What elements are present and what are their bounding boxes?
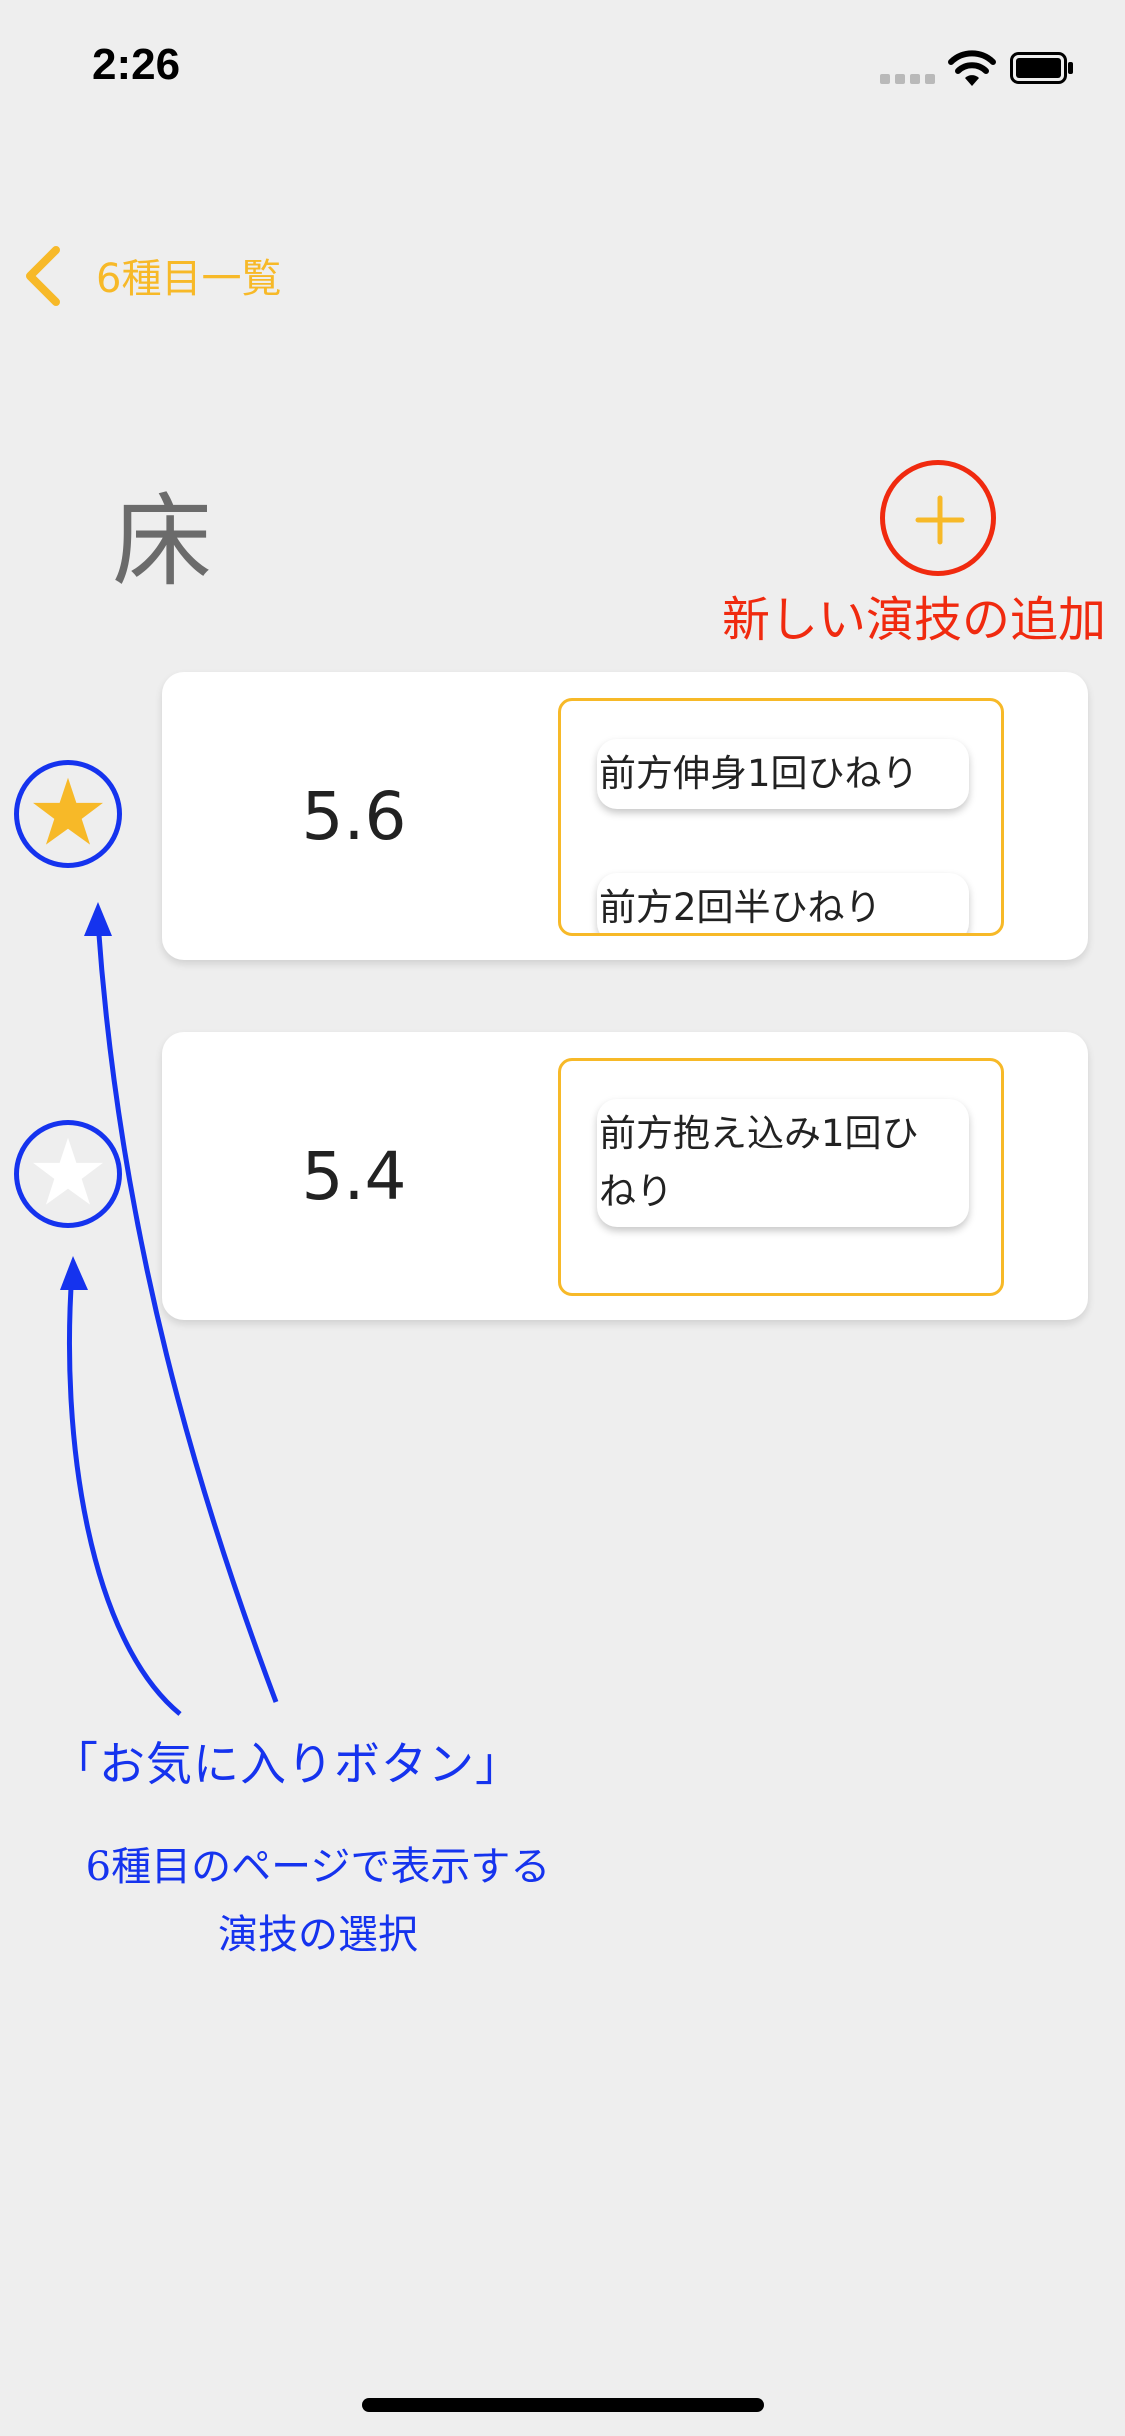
battery-icon [1010,52,1073,84]
add-routine-caption: 新しい演技の追加 [722,592,1107,648]
annotation-title: 「お気に入りボタン」 [52,1737,522,1791]
add-routine-button[interactable] [908,488,972,552]
back-button[interactable]: 6種目一覧 [96,246,281,304]
annotation-line-2: 演技の選択 [218,1912,418,1958]
star-filled-icon[interactable] [30,774,106,850]
skill-list[interactable]: 前方抱え込み1回ひ ねり [558,1058,1004,1296]
annotation-line-1: 6種目のページで表示する [85,1844,551,1890]
status-time: 2:26 [92,40,181,89]
page-title: 床 [112,483,212,600]
home-indicator[interactable] [362,2398,764,2412]
skill-item[interactable]: 前方伸身1回ひねり [597,739,969,809]
cellular-signal-icon [880,74,936,84]
skill-item[interactable]: 前方2回半ひねり [597,873,969,933]
difficulty-score: 5.6 [301,778,407,855]
back-chevron-icon[interactable] [22,244,62,308]
wifi-icon [948,50,996,86]
annotation-arrows [60,902,279,1716]
skill-item[interactable]: 前方抱え込み1回ひ ねり [597,1099,969,1227]
skill-list[interactable]: 前方伸身1回ひねり 前方2回半ひねり [558,698,1004,936]
